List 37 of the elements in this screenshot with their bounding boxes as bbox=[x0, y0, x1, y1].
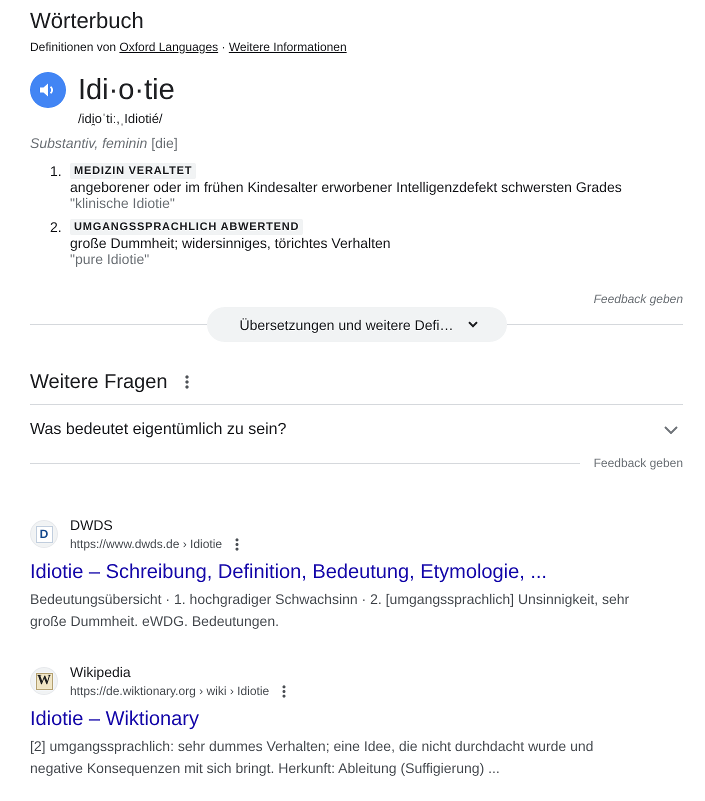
more-info-link[interactable]: Weitere Informationen bbox=[228, 40, 347, 54]
result-title-link[interactable]: Idiotie – Schreibung, Definition, Bedeutung, Etymologie, ... bbox=[30, 559, 683, 585]
feedback-link[interactable]: Feedback geben bbox=[594, 455, 683, 471]
usage-label: UMGANGSSPRACHLICH ABWERTEND bbox=[70, 219, 304, 235]
site-logo[interactable]: D bbox=[30, 520, 58, 548]
feedback-link[interactable]: Feedback geben bbox=[594, 291, 683, 307]
more-definitions-button[interactable]: Übersetzungen und weitere Defi… bbox=[206, 307, 506, 342]
chevron-down-icon bbox=[468, 321, 478, 328]
article: [die] bbox=[151, 134, 178, 153]
speaker-icon bbox=[40, 83, 56, 97]
sense-number: 1. bbox=[50, 163, 63, 181]
result-url: https://de.wiktionary.org › wiki › Idiotie bbox=[70, 683, 270, 700]
definition-text: große Dummheit; widersinniges, törichtes Verhalten bbox=[70, 235, 391, 251]
usage-label: MEDIZIN VERALTET bbox=[70, 163, 196, 179]
definition-text: angeborener oder im frühen Kindesalter erworbener Intelligenzdefekt schwersten Grades bbox=[70, 179, 622, 195]
source-link[interactable]: Oxford Languages bbox=[119, 40, 218, 54]
question-item[interactable]: Was bedeutet eigentümlich zu sein? bbox=[30, 405, 683, 455]
result-snippet: [2] umgangssprachlich: sehr dummes Verhalten; eine Idee, die nicht durchdacht wurde und negative Konsequenzen mit sich bringt. Herkunft: Ableitung (Suffigierung) ... bbox=[30, 737, 594, 778]
site-name: Wikipedia bbox=[70, 663, 132, 682]
more-options-icon[interactable] bbox=[282, 684, 286, 698]
more-options-icon[interactable] bbox=[235, 538, 240, 550]
section-heading: Weitere Fragen bbox=[30, 370, 168, 395]
sense-number: 2. bbox=[50, 219, 63, 237]
pronunciation: /idi̯oˈtiː,ˌIdiotié/ bbox=[78, 110, 164, 128]
result-url: https://www.dwds.de › Idiotie bbox=[70, 536, 222, 553]
site-name: DWDS bbox=[70, 516, 114, 535]
headword: Idi·o·tie bbox=[78, 73, 175, 108]
example-text: "pure Idiotie" bbox=[70, 251, 150, 267]
listen-button[interactable] bbox=[30, 72, 66, 108]
site-logo[interactable]: W bbox=[30, 667, 58, 695]
result-title-link[interactable]: Idiotie – Wiktionary bbox=[30, 706, 683, 732]
result-snippet: Bedeutungsübersicht · 1. hochgradiger Schwachsinn · 2. [umgangssprachlich] Unsinnigkeit, sehr große Dummheit. eWDG. Bedeutungen. bbox=[30, 590, 630, 631]
attribution-text: Definitionen von Oxford Languages · Weitere Informationen bbox=[30, 39, 348, 55]
example-text: "klinische Idiotie" bbox=[70, 195, 175, 211]
more-options-icon[interactable] bbox=[185, 375, 190, 389]
part-of-speech: Substantiv, feminin bbox=[30, 134, 148, 153]
section-heading: Wörterbuch bbox=[30, 7, 145, 35]
